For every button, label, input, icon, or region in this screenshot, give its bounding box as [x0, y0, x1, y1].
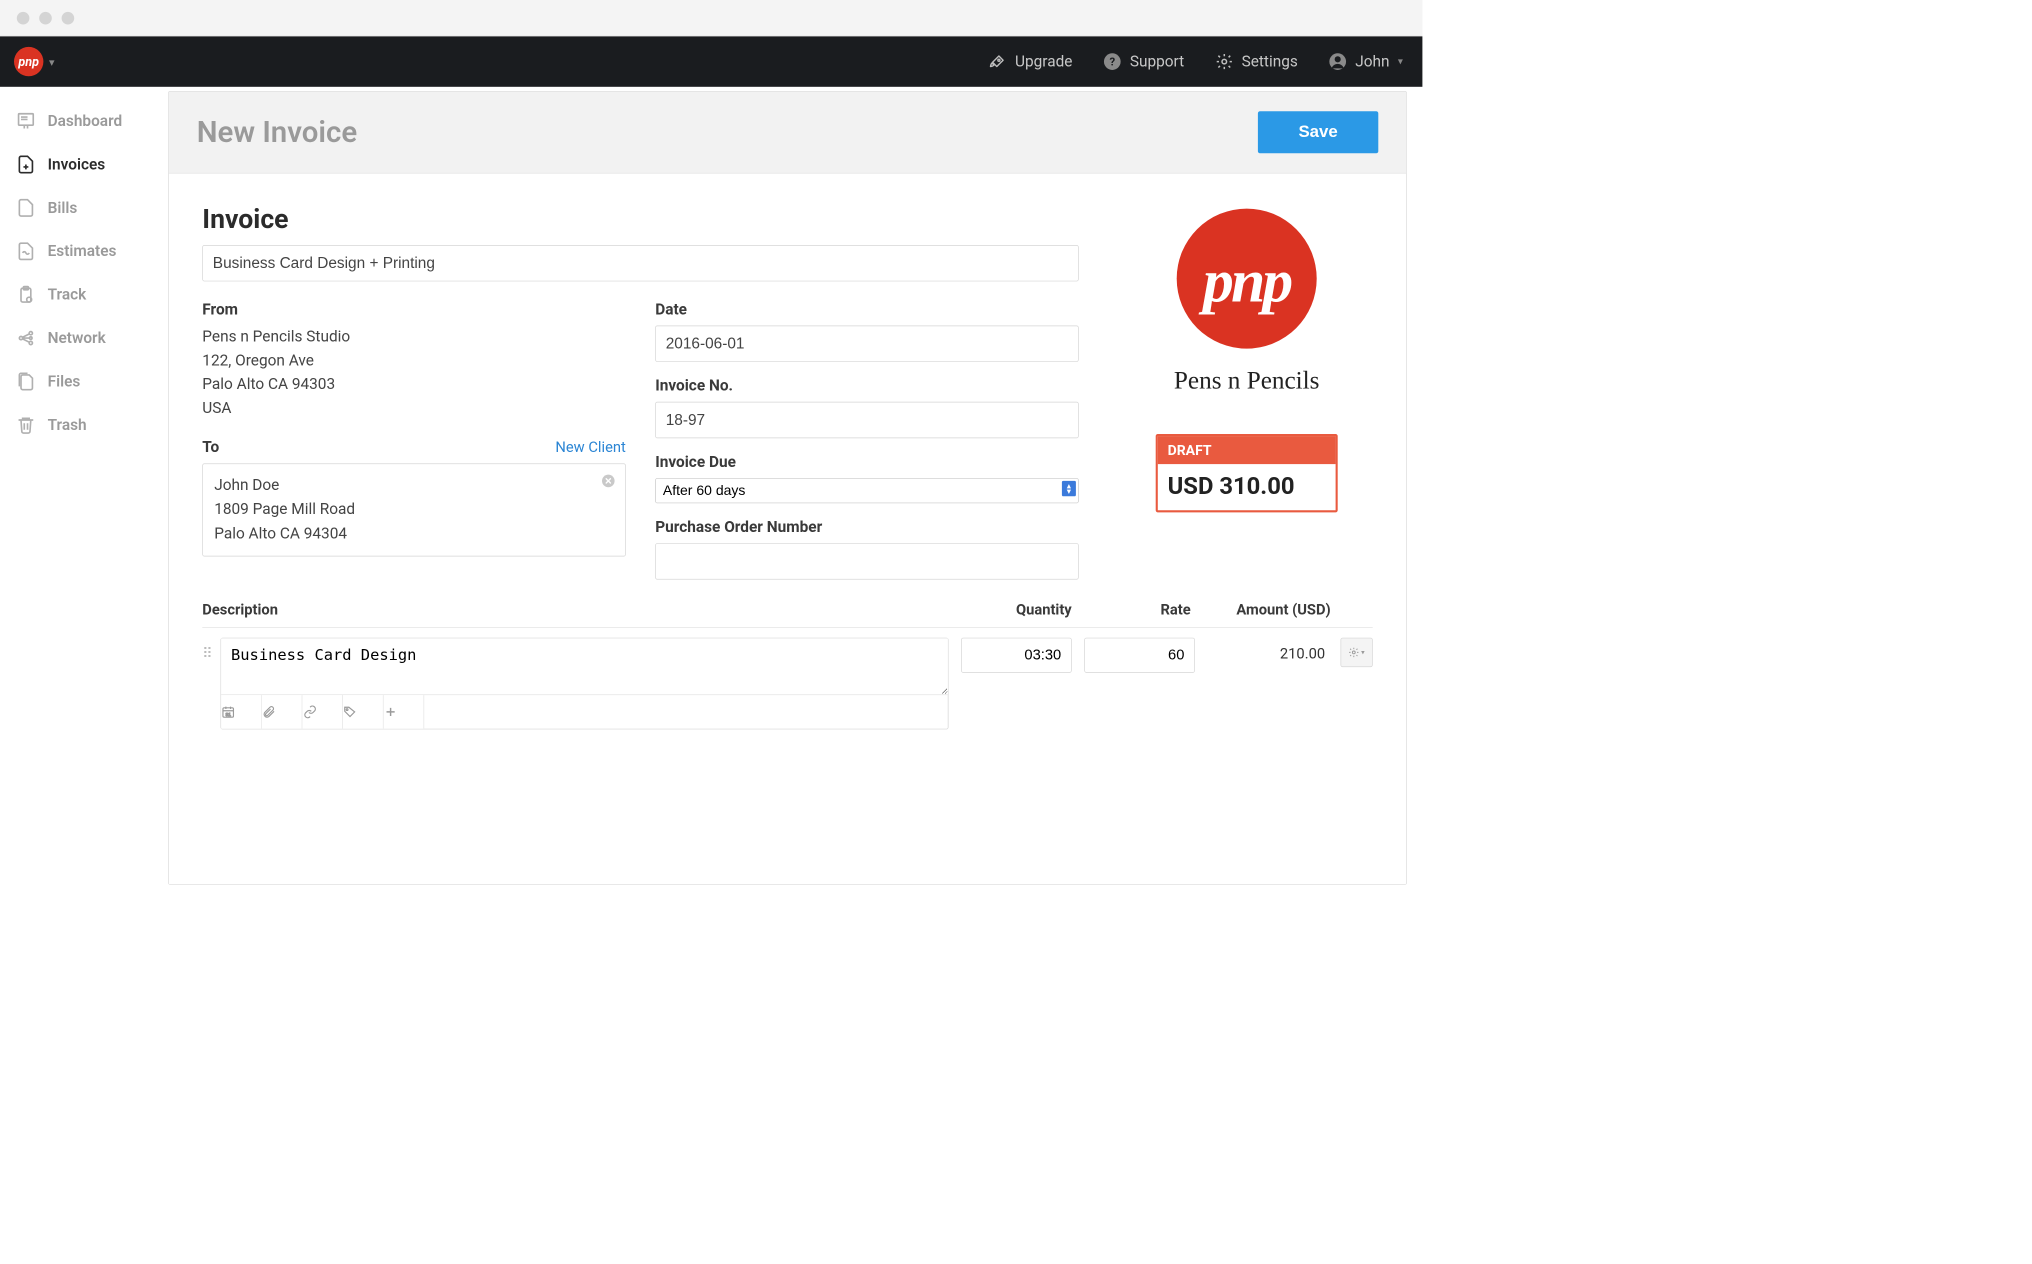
to-label: To — [202, 439, 219, 457]
col-rate: Rate — [1072, 602, 1191, 619]
estimates-icon — [15, 241, 36, 262]
company-name: Pens n Pencils — [1174, 365, 1320, 394]
drag-handle-icon[interactable]: ⠿ — [202, 638, 220, 662]
invoice-no-label: Invoice No. — [655, 377, 1078, 395]
add-button[interactable] — [384, 695, 425, 729]
sidebar-item-network[interactable]: Network — [0, 316, 168, 359]
support-link[interactable]: ? Support — [1103, 53, 1184, 71]
brand-logo-icon: pnp — [14, 47, 43, 76]
sidebar-item-label: Estimates — [48, 243, 117, 260]
user-name: John — [1355, 53, 1389, 71]
invoice-no-input[interactable] — [655, 402, 1078, 438]
user-menu[interactable]: John ▾ — [1329, 53, 1403, 71]
client-city: Palo Alto CA 94304 — [214, 522, 614, 546]
window-close-dot[interactable] — [17, 12, 30, 25]
sidebar-item-invoices[interactable]: Invoices — [0, 143, 168, 186]
from-label: From — [202, 301, 626, 319]
chevron-down-icon: ▾ — [49, 55, 55, 68]
quantity-input[interactable] — [961, 638, 1072, 673]
sidebar-item-dashboard[interactable]: Dashboard — [0, 99, 168, 142]
new-client-link[interactable]: New Client — [555, 440, 625, 457]
select-stepper-icon: ▴▾ — [1062, 481, 1076, 496]
page-title: New Invoice — [197, 115, 357, 149]
date-input[interactable] — [655, 326, 1078, 362]
company-logo: pnp — [1177, 209, 1317, 349]
clipboard-icon — [15, 284, 36, 305]
sidebar-item-label: Invoices — [48, 156, 106, 174]
from-street: 122, Oregon Ave — [202, 349, 626, 373]
from-city: Palo Alto CA 94303 — [202, 373, 626, 397]
status-badge: DRAFT — [1158, 436, 1336, 464]
col-amount: Amount (USD) — [1191, 602, 1331, 619]
panel-header: New Invoice Save — [169, 92, 1407, 174]
calendar-button[interactable]: 31 — [221, 695, 262, 729]
dashboard-icon — [15, 111, 36, 132]
sidebar-item-label: Bills — [48, 199, 78, 217]
po-input[interactable] — [655, 543, 1078, 579]
po-label: Purchase Order Number — [655, 519, 1078, 537]
col-description: Description — [202, 602, 952, 619]
clear-client-icon[interactable] — [601, 474, 615, 488]
question-circle-icon: ? — [1103, 53, 1121, 71]
upgrade-label: Upgrade — [1015, 53, 1072, 71]
gear-icon — [1215, 53, 1233, 71]
invoice-due-select[interactable]: After 60 days — [655, 478, 1078, 503]
topbar: pnp ▾ Upgrade ? Support Settings John ▾ — [0, 36, 1422, 86]
amount-cell: 210.00 — [1195, 638, 1332, 663]
settings-label: Settings — [1242, 53, 1298, 71]
due-label: Invoice Due — [655, 454, 1078, 472]
sidebar-item-label: Dashboard — [48, 112, 123, 129]
svg-text:?: ? — [1109, 54, 1115, 68]
client-box[interactable]: John Doe 1809 Page Mill Road Palo Alto C… — [202, 464, 626, 557]
settings-link[interactable]: Settings — [1215, 53, 1298, 71]
sidebar-item-bills[interactable]: Bills — [0, 186, 168, 229]
invoice-total: USD 310.00 — [1158, 464, 1336, 510]
sidebar-item-label: Network — [48, 329, 106, 347]
line-item-toolbar: 31 — [221, 694, 948, 728]
sidebar-item-label: Files — [48, 373, 81, 391]
invoice-total-box: DRAFT USD 310.00 — [1156, 434, 1338, 512]
save-button[interactable]: Save — [1258, 111, 1378, 153]
invoice-title-input[interactable] — [202, 245, 1078, 281]
sidebar-item-label: Trash — [48, 416, 87, 434]
window-minimize-dot[interactable] — [39, 12, 52, 25]
from-country: USA — [202, 397, 626, 421]
sidebar-item-trash[interactable]: Trash — [0, 403, 168, 446]
rate-input[interactable] — [1084, 638, 1195, 673]
upgrade-link[interactable]: Upgrade — [988, 53, 1072, 71]
from-name: Pens n Pencils Studio — [202, 326, 626, 350]
logo-text: pnp — [1203, 246, 1290, 317]
rocket-icon — [988, 53, 1006, 71]
section-heading: Invoice — [202, 204, 1078, 235]
chevron-down-icon: ▾ — [1398, 56, 1403, 67]
files-icon — [15, 371, 36, 392]
date-label: Date — [655, 301, 1078, 319]
sidebar-item-label: Track — [48, 286, 87, 304]
window-zoom-dot[interactable] — [62, 12, 75, 25]
sidebar-item-track[interactable]: Track — [0, 273, 168, 316]
trash-icon — [15, 414, 36, 435]
line-item-description-input[interactable]: Business Card Design — [221, 638, 948, 694]
svg-text:31: 31 — [226, 712, 232, 717]
bills-icon — [15, 197, 36, 218]
network-icon — [15, 328, 36, 349]
link-button[interactable] — [302, 695, 343, 729]
attachment-button[interactable] — [262, 695, 303, 729]
line-item-row: ⠿ Business Card Design 31 — [202, 628, 1372, 730]
user-circle-icon — [1329, 53, 1347, 71]
sidebar-item-estimates[interactable]: Estimates — [0, 230, 168, 273]
support-label: Support — [1130, 53, 1184, 71]
line-items-header: Description Quantity Rate Amount (USD) — [202, 602, 1372, 628]
client-name: John Doe — [214, 474, 614, 498]
row-actions-button[interactable]: ▾ — [1341, 638, 1373, 667]
sidebar: Dashboard Invoices Bills Estimates Track — [0, 87, 168, 885]
tag-button[interactable] — [343, 695, 384, 729]
sidebar-item-files[interactable]: Files — [0, 360, 168, 403]
brand-switcher[interactable]: pnp ▾ — [14, 47, 55, 76]
col-quantity: Quantity — [953, 602, 1072, 619]
client-street: 1809 Page Mill Road — [214, 498, 614, 522]
invoice-icon — [15, 154, 36, 175]
invoice-panel: New Invoice Save Invoice From Pens n Pen… — [168, 91, 1407, 885]
window-chrome — [0, 0, 1422, 36]
